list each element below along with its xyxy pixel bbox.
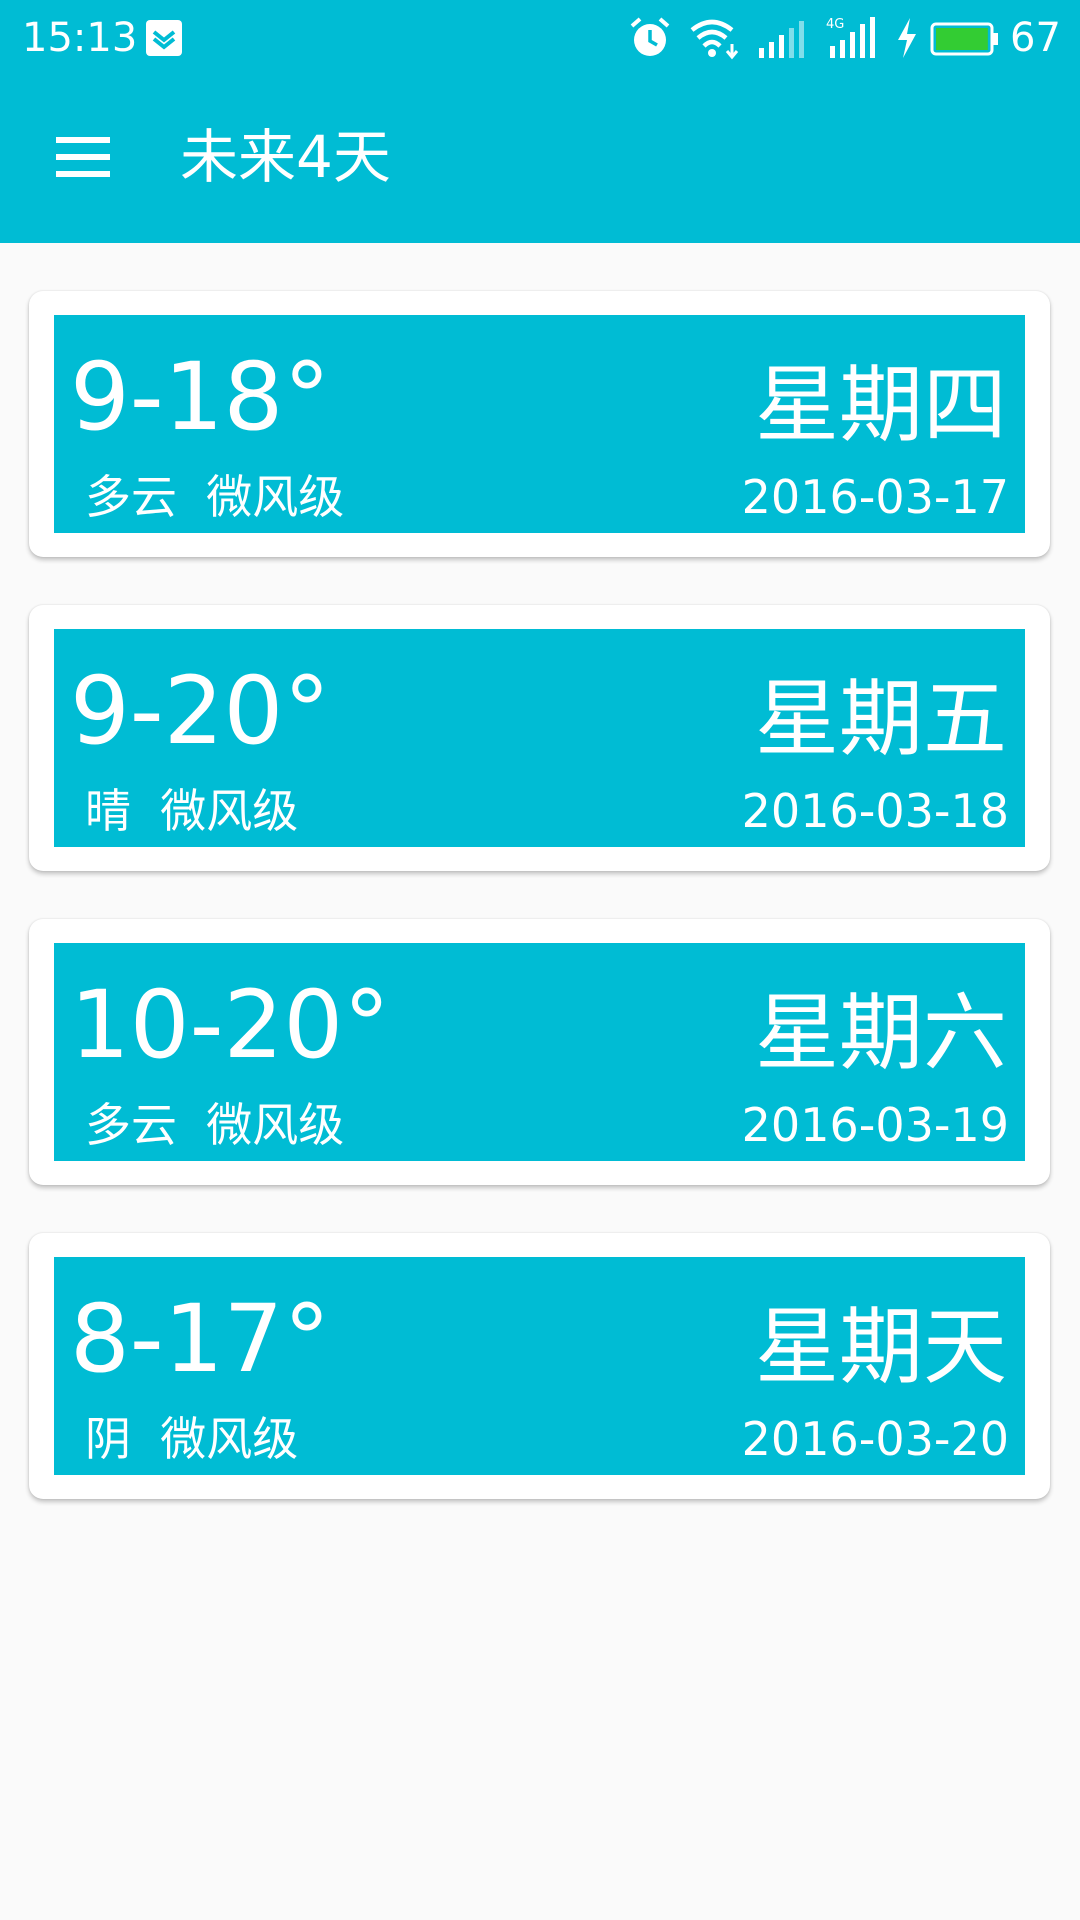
wind-level: 微风级 xyxy=(160,784,299,838)
wind-level: 微风级 xyxy=(206,1098,345,1152)
weather-description: 多云 微风级 xyxy=(85,469,344,525)
forecast-card-content: 9-20° 晴 微风级 星期五 2016-03-18 xyxy=(54,629,1025,847)
weather-description: 多云 微风级 xyxy=(85,1097,344,1153)
forecast-date: 2016-03-19 xyxy=(741,1098,1009,1152)
forecast-card-content: 10-20° 多云 微风级 星期六 2016-03-19 xyxy=(54,943,1025,1161)
weekday: 星期五 xyxy=(754,670,1007,768)
weather-condition: 阴 xyxy=(85,1412,131,1466)
app-header: 15:13 4G 67 未来4天 xyxy=(0,0,1080,243)
temperature-range: 9-20° xyxy=(70,657,331,766)
forecast-date: 2016-03-18 xyxy=(741,784,1009,838)
wifi-icon xyxy=(690,19,739,60)
forecast-card[interactable]: 8-17° 阴 微风级 星期天 2016-03-20 xyxy=(29,1233,1050,1499)
notification-icon xyxy=(146,20,182,56)
charging-icon xyxy=(898,18,916,58)
weather-condition: 晴 xyxy=(85,784,131,838)
alarm-icon xyxy=(630,17,670,56)
signal-4g-icon: 4G xyxy=(826,17,875,58)
wind-level: 微风级 xyxy=(206,470,345,524)
hamburger-menu-icon[interactable] xyxy=(40,117,128,197)
forecast-card-content: 8-17° 阴 微风级 星期天 2016-03-20 xyxy=(54,1257,1025,1475)
weekday: 星期天 xyxy=(754,1298,1007,1396)
signal-icon xyxy=(759,21,804,58)
temperature-range: 8-17° xyxy=(70,1285,331,1394)
weather-description: 阴 微风级 xyxy=(85,1411,298,1467)
toolbar: 未来4天 xyxy=(0,75,1080,243)
weather-description: 晴 微风级 xyxy=(85,783,298,839)
weekday: 星期四 xyxy=(754,356,1007,454)
forecast-card[interactable]: 9-18° 多云 微风级 星期四 2016-03-17 xyxy=(29,291,1050,557)
svg-text:4G: 4G xyxy=(826,17,844,32)
weather-condition: 多云 xyxy=(85,1098,177,1152)
weather-condition: 多云 xyxy=(85,470,177,524)
forecast-card[interactable]: 10-20° 多云 微风级 星期六 2016-03-19 xyxy=(29,919,1050,1185)
forecast-date: 2016-03-20 xyxy=(741,1412,1009,1466)
temperature-range: 9-18° xyxy=(70,343,331,452)
forecast-card-content: 9-18° 多云 微风级 星期四 2016-03-17 xyxy=(54,315,1025,533)
status-bar: 15:13 4G 67 xyxy=(0,0,1080,75)
page-title: 未来4天 xyxy=(180,123,391,191)
forecast-card[interactable]: 9-20° 晴 微风级 星期五 2016-03-18 xyxy=(29,605,1050,871)
temperature-range: 10-20° xyxy=(70,971,391,1080)
weekday: 星期六 xyxy=(754,984,1007,1082)
battery-icon xyxy=(930,22,998,56)
wind-level: 微风级 xyxy=(160,1412,299,1466)
forecast-date: 2016-03-17 xyxy=(741,470,1009,524)
battery-percent: 67 xyxy=(1010,15,1061,61)
status-time: 15:13 xyxy=(22,15,138,61)
